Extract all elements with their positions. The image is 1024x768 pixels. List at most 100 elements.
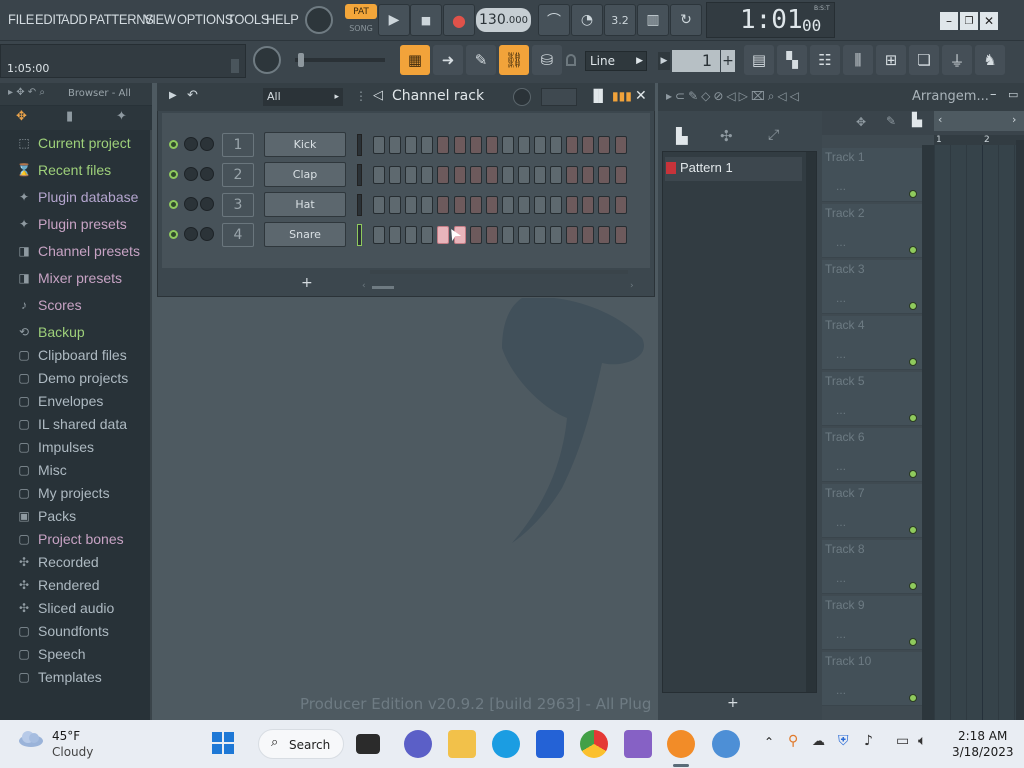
pattern-list-scrollbar[interactable]: [806, 152, 816, 692]
step-button[interactable]: [598, 166, 611, 184]
step-button[interactable]: [453, 166, 466, 184]
playlist-pattern-icon[interactable]: ▙: [912, 113, 922, 128]
track-header[interactable]: Track 10…: [822, 652, 922, 706]
channel-pan-knob[interactable]: [200, 137, 214, 151]
scroll-left-icon[interactable]: ‹: [938, 113, 942, 126]
brush-tool-button[interactable]: ✎: [466, 45, 496, 75]
channel-mute-led[interactable]: [169, 230, 178, 239]
step-button[interactable]: [517, 166, 530, 184]
step-button[interactable]: [501, 166, 514, 184]
step-button[interactable]: [534, 226, 546, 244]
pattern-picker-icon[interactable]: ▙: [676, 127, 688, 145]
master-slider[interactable]: [295, 58, 385, 62]
step-button[interactable]: [437, 166, 450, 184]
browser-item[interactable]: ✦ Plugin database: [14, 186, 138, 208]
chrome-icon[interactable]: [580, 730, 608, 758]
snap-select[interactable]: Line ▶: [585, 51, 647, 71]
channel-pan-knob[interactable]: [200, 167, 214, 181]
step-button[interactable]: [598, 136, 611, 154]
browser-item[interactable]: ✣ Recorded: [14, 551, 99, 573]
close-button[interactable]: ✕: [980, 12, 998, 30]
piano-roll-window-button[interactable]: ▚: [777, 45, 807, 75]
edge-browser-icon[interactable]: [492, 730, 520, 758]
track-header[interactable]: Track 6…: [822, 428, 922, 482]
master-slider-handle[interactable]: [298, 53, 304, 67]
step-button[interactable]: [437, 196, 450, 214]
step-button[interactable]: [405, 226, 418, 244]
track-header[interactable]: Track 4…: [822, 316, 922, 370]
master-volume-knob[interactable]: [305, 6, 333, 34]
step-button[interactable]: [405, 196, 418, 214]
step-button[interactable]: [582, 136, 595, 154]
playlist-vscroll[interactable]: [1016, 140, 1024, 720]
piano-roll-button[interactable]: ▦: [400, 45, 430, 75]
menu-options[interactable]: OPTIONS: [177, 11, 233, 27]
scroll-right-icon[interactable]: ›: [630, 281, 634, 291]
track-mute-led[interactable]: [909, 526, 917, 534]
channel-name-button[interactable]: Hat: [264, 192, 346, 217]
channel-name-button[interactable]: Clap: [264, 162, 346, 187]
pattern-selector[interactable]: 1: [672, 50, 720, 72]
step-button[interactable]: [614, 136, 627, 154]
channel-volume-knob[interactable]: [184, 137, 198, 151]
project-notes-button[interactable]: ❏: [909, 45, 939, 75]
track-header[interactable]: Track 7…: [822, 484, 922, 538]
track-header[interactable]: Track 8…: [822, 540, 922, 594]
clock-date[interactable]: 3/18/2023: [952, 745, 1014, 759]
rack-scrollbar[interactable]: [370, 270, 628, 274]
playlist-tool-icons[interactable]: ▸⊂✎◇⊘◁▷⌧⌕◁◁: [666, 89, 802, 104]
track-mute-led[interactable]: [909, 582, 917, 590]
scroll-left-icon[interactable]: ‹: [362, 281, 366, 291]
step-button[interactable]: [469, 166, 482, 184]
metronome-button[interactable]: ⌒: [538, 4, 570, 36]
step-button[interactable]: [453, 136, 466, 154]
track-header[interactable]: Track 5…: [822, 372, 922, 426]
browser-item[interactable]: ▢ Soundfonts: [14, 620, 109, 642]
step-button[interactable]: [534, 166, 546, 184]
browser-item[interactable]: ▢ Templates: [14, 666, 101, 688]
step-button[interactable]: [582, 226, 595, 244]
audio-picker-icon[interactable]: ✣: [720, 127, 733, 145]
browser-item[interactable]: ▢ My projects: [14, 482, 109, 504]
pat-song-toggle[interactable]: PAT SONG: [345, 4, 377, 36]
track-options-icon[interactable]: …: [836, 182, 846, 193]
track-header[interactable]: Track 3…: [822, 260, 922, 314]
step-button[interactable]: [598, 196, 611, 214]
browser-starred-tab-icon[interactable]: ✦: [116, 109, 127, 124]
tray-key-icon[interactable]: ⚲: [788, 733, 798, 749]
tray-volume-icon[interactable]: 🔈︎: [918, 733, 926, 749]
step-button[interactable]: [566, 166, 579, 184]
track-mute-led[interactable]: [909, 470, 917, 478]
record-button[interactable]: ●: [443, 4, 475, 36]
step-button[interactable]: [534, 136, 546, 154]
weather-condition[interactable]: Cloudy: [52, 745, 93, 759]
channel-mixer-track[interactable]: 2: [222, 163, 254, 187]
channel-mute-led[interactable]: [169, 140, 178, 149]
browser-item[interactable]: ▢ Envelopes: [14, 390, 103, 412]
channel-mixer-track[interactable]: 4: [222, 223, 254, 247]
track-mute-led[interactable]: [909, 302, 917, 310]
step-button[interactable]: [389, 226, 402, 244]
track-mute-led[interactable]: [909, 190, 917, 198]
tray-mic-icon[interactable]: ♪: [864, 733, 873, 749]
browser-item[interactable]: ⬚ Current project: [14, 132, 130, 154]
channel-mixer-track[interactable]: 3: [222, 193, 254, 217]
step-button[interactable]: [582, 196, 595, 214]
browser-nav-icons[interactable]: ▸ ✥ ↶ ⌕: [8, 87, 45, 98]
browser-item[interactable]: ◨ Channel presets: [14, 240, 140, 262]
menu-view[interactable]: VIEW: [144, 11, 176, 27]
menu-help[interactable]: HELP: [266, 11, 299, 27]
track-mute-led[interactable]: [909, 694, 917, 702]
track-header[interactable]: Track 9…: [822, 596, 922, 650]
step-button[interactable]: [566, 196, 579, 214]
step-button[interactable]: [389, 166, 402, 184]
track-options-icon[interactable]: …: [836, 630, 846, 641]
playlist-maximize-icon[interactable]: ▭: [1008, 88, 1018, 101]
step-button[interactable]: [614, 196, 627, 214]
track-options-icon[interactable]: …: [836, 406, 846, 417]
pattern-item[interactable]: Pattern 1: [665, 157, 802, 181]
browser-item[interactable]: ▢ Clipboard files: [14, 344, 126, 366]
playlist-scroll-top[interactable]: [934, 111, 1024, 131]
step-button[interactable]: [517, 196, 530, 214]
channel-volume-knob[interactable]: [184, 227, 198, 241]
